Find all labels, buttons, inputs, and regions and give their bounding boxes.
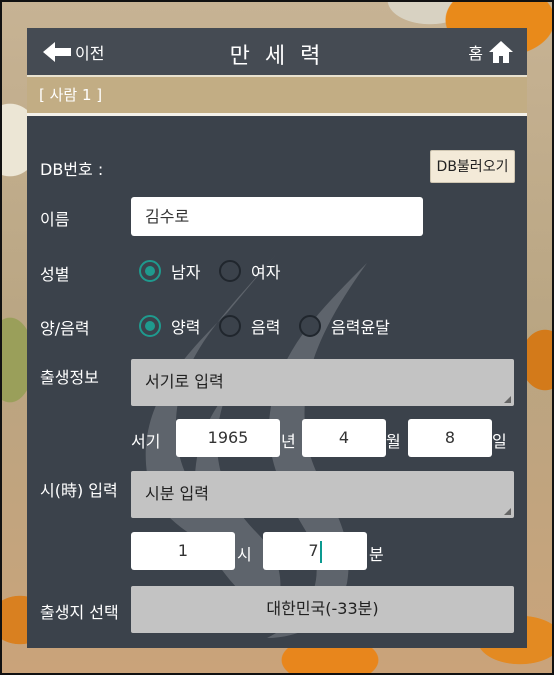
text-cursor <box>319 540 322 563</box>
app-header: 이전 만 세 력 홈 <box>27 28 527 75</box>
dropdown-corner-icon <box>504 508 511 515</box>
section-divider <box>27 113 527 116</box>
minute-value: 7 <box>308 541 319 560</box>
home-button[interactable]: 홈 <box>468 40 513 64</box>
name-label: 이름 <box>40 210 70 229</box>
birth-mode-value: 서기로 입력 <box>145 372 224 391</box>
gender-label: 성별 <box>40 265 70 284</box>
db-number-label: DB번호 : <box>40 160 104 179</box>
gender-male-label: 남자 <box>171 263 201 282</box>
person-section-header: [ 사람 1 ] <box>27 77 527 113</box>
solar-radio[interactable]: 양력 <box>139 314 200 338</box>
lunar-radio[interactable]: 음력 <box>219 314 280 338</box>
month-unit-label: 월 <box>386 432 401 451</box>
db-load-button[interactable]: DB불러오기 <box>430 150 515 183</box>
gender-female-label: 여자 <box>251 263 281 282</box>
solar-label: 양력 <box>171 318 201 337</box>
calendar-label: 양/음력 <box>40 319 90 338</box>
birth-info-label: 출생정보 <box>40 368 99 387</box>
radio-checked-icon <box>139 260 161 282</box>
home-label: 홈 <box>468 44 483 63</box>
gender-female-radio[interactable]: 여자 <box>219 259 280 283</box>
day-unit-label: 일 <box>492 432 507 451</box>
lunar-leap-radio[interactable]: 음력윤달 <box>299 314 390 338</box>
birth-month-input[interactable]: 4 <box>302 419 386 457</box>
radio-checked-icon <box>139 315 161 337</box>
year-unit-label: 년 <box>281 432 296 451</box>
minute-unit-label: 분 <box>369 545 384 564</box>
minute-input[interactable]: 7 <box>263 532 367 570</box>
birthplace-select[interactable]: 대한민국(-33분) <box>131 586 514 633</box>
birth-year-input[interactable]: 1965 <box>176 419 280 457</box>
time-mode-value: 시분 입력 <box>145 484 209 503</box>
radio-unchecked-icon <box>219 315 241 337</box>
manseryeok-panel: 이전 만 세 력 홈 [ 사람 1 ] DB번호 : DB불러오기 이름 김수로… <box>27 28 527 648</box>
lunar-leap-label: 음력윤달 <box>331 318 390 337</box>
name-input[interactable]: 김수로 <box>131 197 423 236</box>
birth-mode-select[interactable]: 서기로 입력 <box>131 359 514 406</box>
lunar-label: 음력 <box>251 318 281 337</box>
home-icon <box>489 41 513 63</box>
birth-day-input[interactable]: 8 <box>408 419 492 457</box>
gender-male-radio[interactable]: 남자 <box>139 259 200 283</box>
radio-unchecked-icon <box>299 315 321 337</box>
time-mode-select[interactable]: 시분 입력 <box>131 471 514 518</box>
radio-unchecked-icon <box>219 260 241 282</box>
hour-input[interactable]: 1 <box>131 532 235 570</box>
dropdown-corner-icon <box>504 396 511 403</box>
page-title: 만 세 력 <box>229 44 325 69</box>
time-label: 시(時) 입력 <box>40 481 118 500</box>
birthplace-label: 출생지 선택 <box>40 603 119 622</box>
hour-unit-label: 시 <box>237 545 252 564</box>
era-label: 서기 <box>131 432 161 451</box>
